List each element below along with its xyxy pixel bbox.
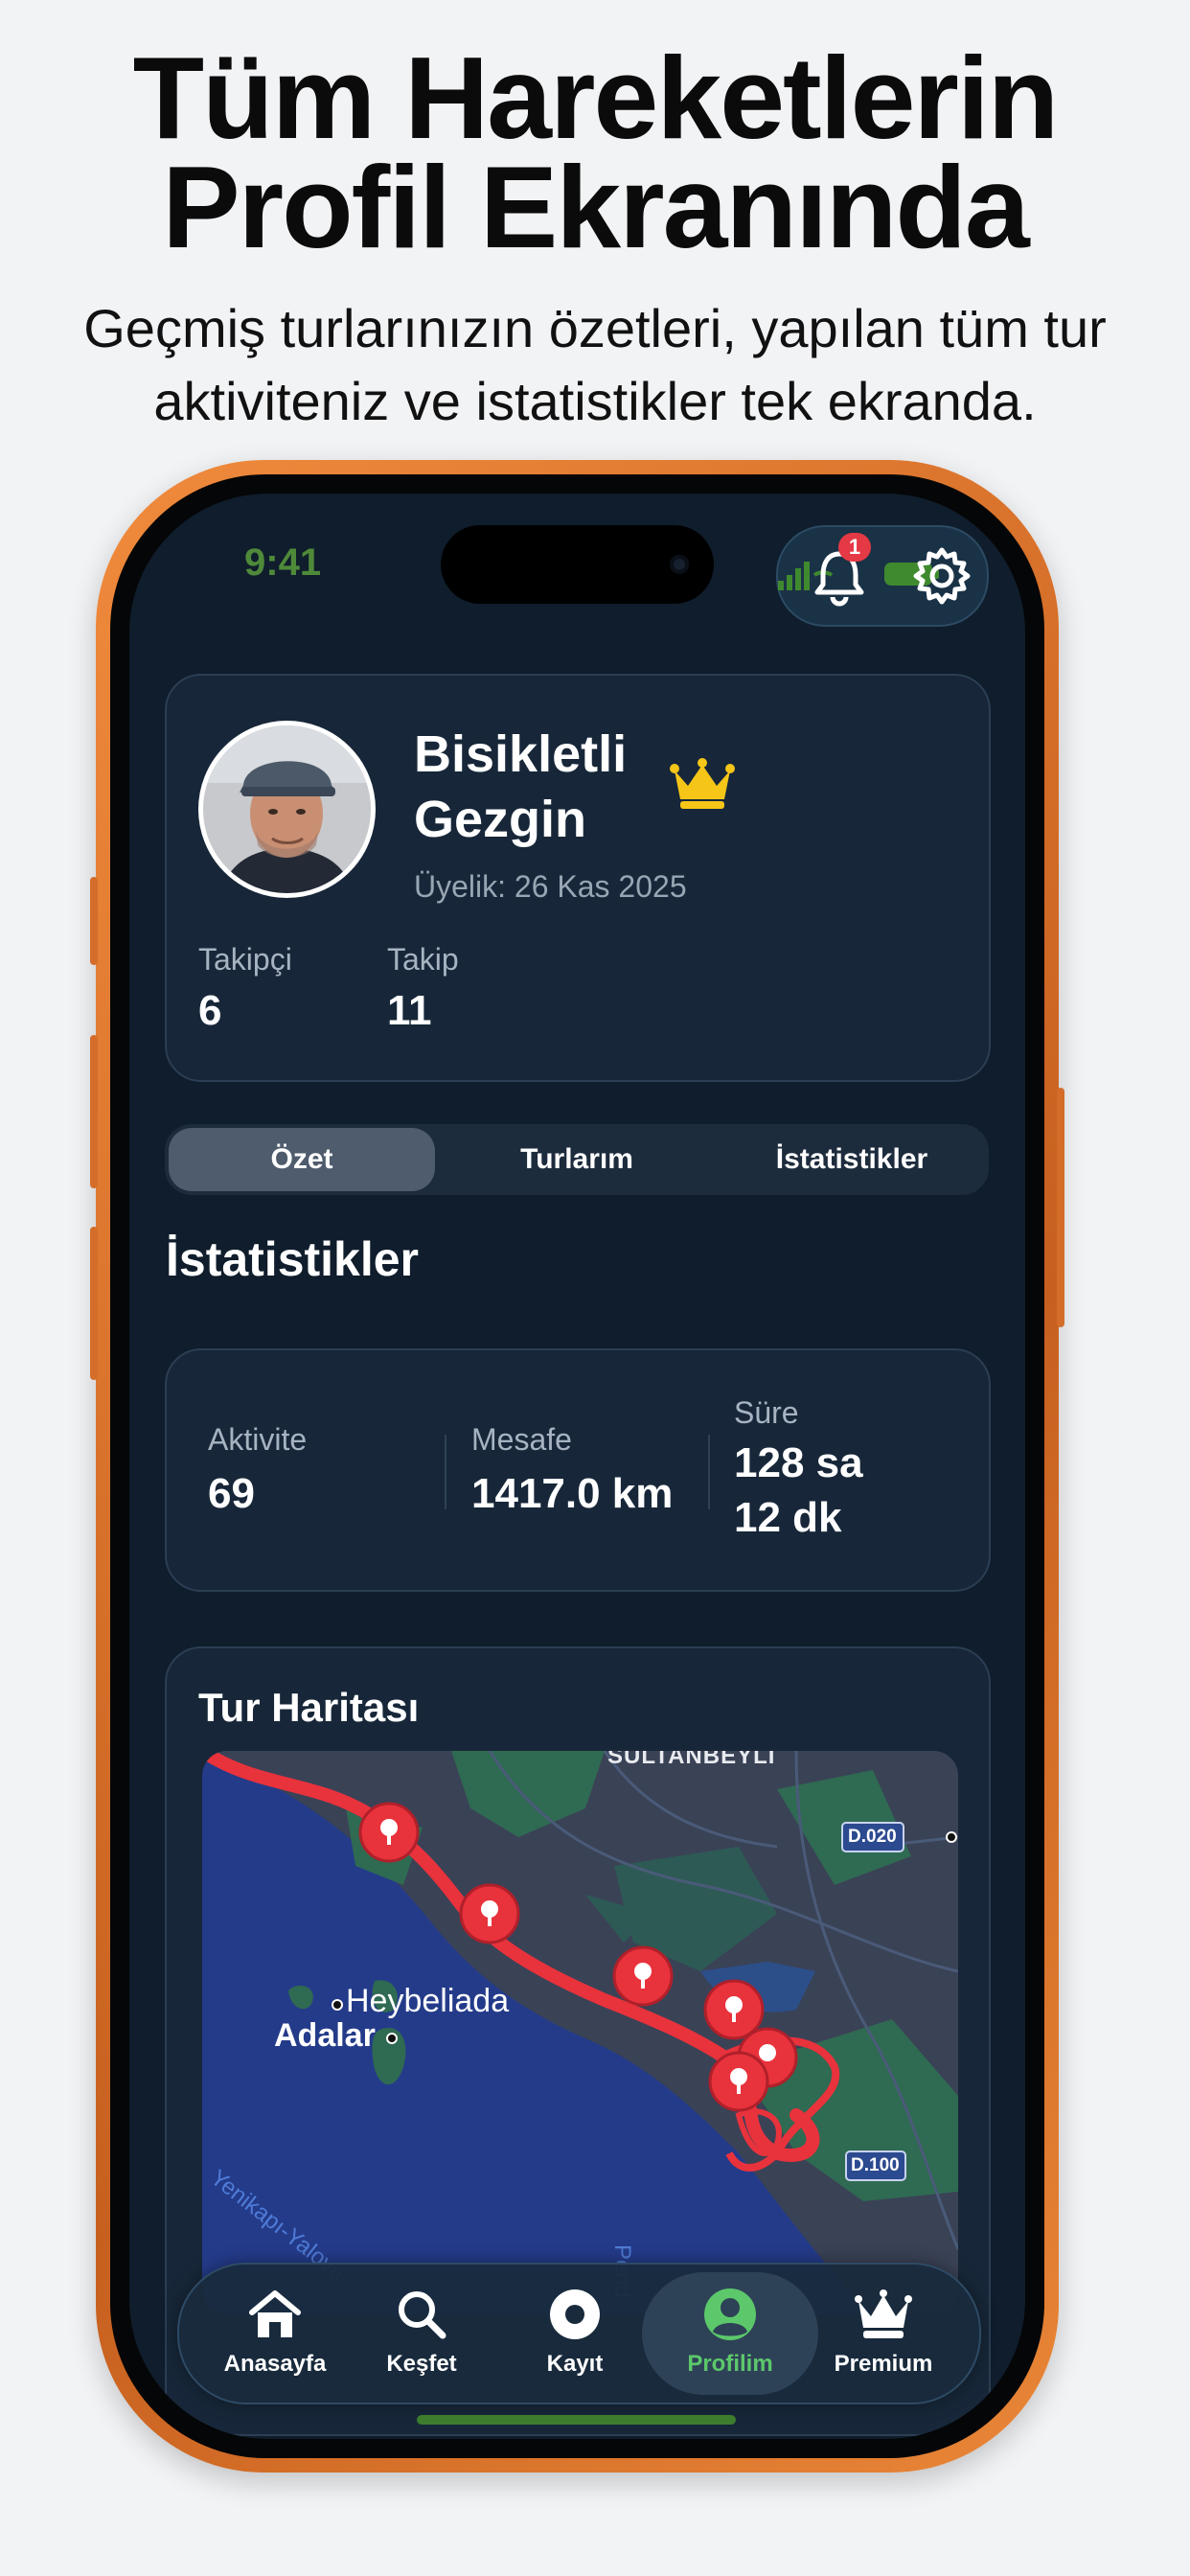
profile-name: Bisikletli Gezgin — [414, 725, 628, 848]
activity-value: 69 — [208, 1470, 255, 1517]
followers-count[interactable]: 6 — [198, 987, 221, 1035]
section-title-stats: İstatistikler — [166, 1232, 420, 1286]
road-label-d020: D.020 — [848, 1827, 897, 1847]
home-icon — [249, 2290, 301, 2337]
distance-label: Mesafe — [471, 1422, 572, 1457]
activity-label: Aktivite — [208, 1422, 308, 1457]
profile-icon — [704, 2288, 756, 2340]
volume-button — [90, 877, 98, 965]
nav-anasayfa[interactable]: Anasayfa — [198, 2265, 352, 2403]
promo-headline: Tüm Hareketlerin Profil Ekranında — [132, 33, 1060, 272]
profile-tabs: Özet Turlarım İstatistikler — [165, 1124, 989, 1195]
map-title: Tur Haritası — [198, 1685, 420, 1730]
notification-badge: 1 — [838, 533, 871, 562]
duration-label: Süre — [734, 1395, 799, 1430]
distance-value: 1417.0 km — [471, 1470, 674, 1517]
nav-kayit[interactable]: Kayıt — [498, 2265, 652, 2403]
crown-icon — [855, 2289, 912, 2338]
followers-label: Takipçi — [198, 942, 292, 977]
volume-button — [90, 1227, 98, 1380]
profile-card: Bisikletli Gezgin Üyelik: 26 Kas 2025 Ta… — [165, 674, 991, 1082]
top-actions: 1 — [776, 525, 989, 627]
nav-label: Anasayfa — [223, 2351, 327, 2377]
tour-map[interactable]: SULTANBEYLI Heybeliada Adalar Yenikapı-Y… — [202, 1751, 958, 2314]
record-icon — [550, 2289, 600, 2339]
divider — [445, 1435, 446, 1509]
map-label-sultanbeyli: SULTANBEYLI — [607, 1751, 776, 1769]
nav-profilim[interactable]: Profilim — [653, 2265, 807, 2403]
promo-subtitle: Geçmiş turlarınızın özetleri, yapılan tü… — [83, 298, 1107, 431]
nav-label: Keşfet — [386, 2351, 457, 2377]
bottom-nav: Anasayfa Keşfet Kayıt Profilim Premium — [177, 2263, 981, 2404]
crown-icon — [670, 758, 735, 809]
duration-value-hours: 128 sa — [734, 1439, 863, 1486]
map-label-adalar: Adalar — [274, 2017, 376, 2054]
gear-icon[interactable] — [910, 544, 973, 608]
avatar[interactable] — [198, 721, 376, 898]
following-label: Takip — [387, 942, 459, 977]
camera — [670, 555, 689, 574]
tab-ozet[interactable]: Özet — [169, 1128, 435, 1191]
dynamic-island — [441, 525, 714, 604]
avatar-photo — [203, 725, 371, 893]
nav-premium[interactable]: Premium — [807, 2265, 960, 2403]
map-label-heybeliada: Heybeliada — [346, 1983, 510, 2019]
nav-kesfet[interactable]: Keşfet — [345, 2265, 498, 2403]
volume-button — [90, 1035, 98, 1188]
nav-label: Profilim — [687, 2351, 773, 2377]
status-time: 9:41 — [244, 541, 322, 584]
tab-turlarim[interactable]: Turlarım — [444, 1128, 710, 1191]
nav-label: Premium — [834, 2351, 933, 2377]
stats-card: Aktivite 69 Mesafe 1417.0 km Süre 128 sa… — [165, 1348, 991, 1592]
following-count[interactable]: 11 — [387, 987, 432, 1035]
phone-screen: 9:41 1 Bisikletli Gezgin Üyelik: 26 Kas … — [129, 494, 1025, 2439]
duration-value-minutes: 12 dk — [734, 1494, 842, 1541]
divider — [708, 1435, 710, 1509]
membership-date: Üyelik: 26 Kas 2025 — [414, 869, 687, 904]
search-icon — [399, 2291, 446, 2339]
nav-label: Kayıt — [546, 2351, 604, 2377]
tab-istatistikler[interactable]: İstatistikler — [719, 1128, 985, 1191]
home-indicator[interactable] — [417, 2415, 736, 2425]
road-label-d100: D.100 — [851, 2155, 900, 2175]
power-button — [1057, 1088, 1064, 1327]
